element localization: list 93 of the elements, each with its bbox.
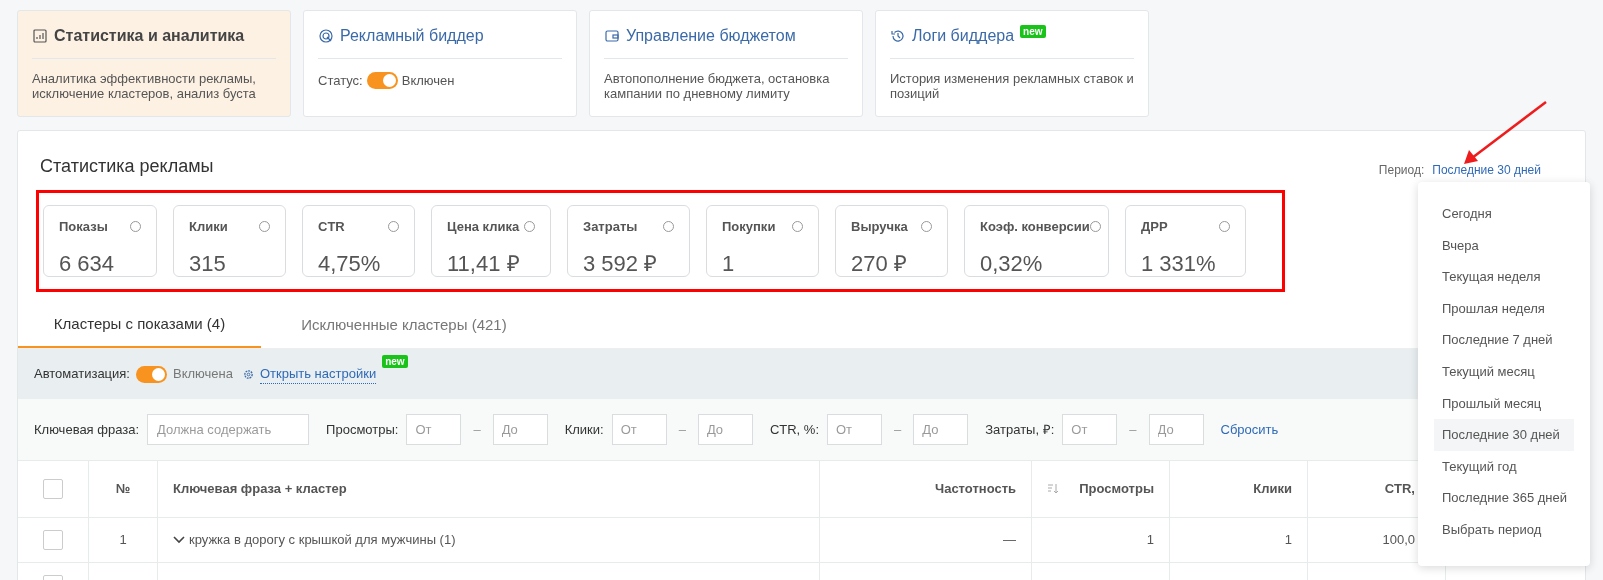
filter-label: Затраты, ₽: [985, 420, 1055, 439]
from-field[interactable]: От [827, 414, 882, 445]
settings-icon [242, 368, 254, 380]
dropdown-item[interactable]: Прошлая неделя [1434, 292, 1574, 325]
wallet-icon [604, 28, 620, 44]
new-badge: new [382, 355, 408, 368]
metric-value: 0,32% [980, 249, 1044, 278]
dropdown-item[interactable]: Текущий год [1434, 450, 1574, 483]
column-header[interactable]: Просмотры [1079, 479, 1154, 499]
filter-label: Ключевая фраза: [34, 420, 140, 439]
dropdown-item[interactable]: Последние 7 дней [1434, 324, 1574, 356]
metric-value: 1 [722, 249, 736, 278]
dropdown-item[interactable]: Вчера [1434, 229, 1574, 262]
filter-label: Просмотры: [326, 420, 399, 439]
metric-label: Затраты [583, 218, 638, 236]
metric-value: 11,41 ₽ [447, 249, 521, 278]
period-link[interactable]: Последние 30 дней [1432, 161, 1541, 179]
dropdown-item[interactable]: Последние 365 дней [1434, 482, 1574, 514]
feature-card[interactable]: Статистика и аналитика Аналитика эффективности рекламы, исключение кластеров, анализ буста [17, 10, 291, 117]
from-field[interactable]: От [1062, 414, 1118, 445]
column-header[interactable]: Ключевая фраза + кластер [173, 479, 347, 499]
new-badge: new [1020, 25, 1046, 38]
period-label: Период: [1378, 162, 1425, 179]
range-dash: – [1129, 420, 1137, 439]
from-field[interactable]: От [406, 414, 462, 445]
metric-label: CTR [318, 218, 345, 236]
table-cell-text: 1 [119, 531, 127, 550]
dropdown-item[interactable]: Текущая неделя [1434, 261, 1574, 293]
card-title: Статистика и аналитика [54, 26, 245, 46]
metric-value: 4,75% [318, 249, 382, 278]
table-cell-text: — [1003, 531, 1016, 550]
checkbox[interactable] [43, 530, 63, 550]
settings-link[interactable]: Открыть настройки [259, 363, 377, 385]
range-dash: – [894, 420, 902, 439]
column-header[interactable]: № [115, 479, 131, 499]
to-field[interactable]: До [1148, 414, 1204, 445]
automation-label: Автоматизация: [34, 365, 130, 384]
bar-chart-icon [32, 28, 48, 44]
dropdown-item[interactable]: Сегодня [1434, 198, 1574, 230]
filter-label: Клики: [564, 420, 604, 439]
range-dash: – [678, 420, 686, 439]
from-field[interactable]: От [611, 414, 667, 445]
dropdown-item[interactable]: Текущий месяц [1434, 355, 1574, 388]
chevron-down-icon[interactable] [173, 536, 185, 544]
to-field[interactable]: До [697, 414, 753, 445]
history-icon [890, 28, 906, 44]
metric-label: Клики [189, 218, 228, 236]
card-description: Аналитика эффективности рекламы, исключение кластеров, анализ буста [32, 71, 257, 101]
toggle-switch[interactable] [366, 72, 398, 90]
status-text: Включен [401, 72, 455, 90]
target-icon [318, 28, 334, 44]
dropdown-item[interactable]: Последние 30 дней [1434, 419, 1574, 451]
table-cell-text: 1 [1146, 531, 1154, 550]
metric-value: 3 592 ₽ [583, 249, 659, 278]
card-description: История изменения рекламных ставок и позиций [890, 71, 1135, 101]
table-cell-text: 100,0 [1382, 531, 1415, 550]
section-title: Статистика рекламы [40, 155, 214, 178]
sort-icon[interactable] [1047, 483, 1059, 495]
tab[interactable]: Исключенные кластеры (421) [261, 302, 547, 348]
card-title: Рекламный биддер [340, 26, 484, 46]
metric-value: 315 [189, 249, 227, 278]
to-field[interactable]: До [913, 414, 969, 445]
metric-label: Покупки [722, 218, 776, 236]
metric-value: 1 331% [1141, 249, 1217, 278]
to-field[interactable]: До [492, 414, 548, 445]
dropdown-item[interactable]: Выбрать период [1434, 513, 1574, 546]
column-header[interactable]: Частотность [935, 479, 1016, 499]
metric-label: ДРР [1141, 218, 1168, 236]
status-label: Статус: [318, 72, 363, 90]
toggle-switch[interactable] [136, 365, 167, 383]
card-description: Автопополнение бюджета, остановка кампании по дневному лимиту [604, 71, 831, 101]
metric-value: 6 634 [59, 249, 116, 278]
filter-label: CTR, %: [769, 420, 819, 439]
card-title: Логи биддера [912, 26, 1015, 46]
automation-state: Включена [173, 365, 233, 384]
feature-card[interactable]: Логи биддера new История изменения рекламных ставок и позиций [875, 10, 1149, 117]
column-header[interactable]: Клики [1253, 479, 1292, 499]
table-cell-text: кружка в дорогу с крышкой для мужчины (1) [189, 531, 456, 550]
table-cell-text: 1 [1284, 531, 1292, 550]
card-title: Управление бюджетом [626, 26, 796, 46]
metric-label: Коэф. конверсии [980, 218, 1090, 236]
metric-value: 270 ₽ [851, 249, 908, 278]
reset-link[interactable]: Сбросить [1220, 419, 1279, 440]
range-dash: – [473, 420, 481, 439]
metric-label: Цена клика [447, 218, 520, 236]
column-header[interactable]: CTR, [1384, 479, 1415, 499]
checkbox[interactable] [43, 479, 63, 499]
keyword-field[interactable]: Должна содержать [147, 414, 310, 445]
feature-card[interactable]: Управление бюджетом Автопополнение бюджета, остановка кампании по дневному лимиту [589, 10, 863, 117]
dropdown-item[interactable]: Прошлый месяц [1434, 387, 1574, 420]
feature-card[interactable]: Рекламный биддер Статус: Включен [303, 10, 577, 117]
metric-label: Показы [59, 218, 108, 236]
metric-label: Выручка [851, 218, 908, 236]
